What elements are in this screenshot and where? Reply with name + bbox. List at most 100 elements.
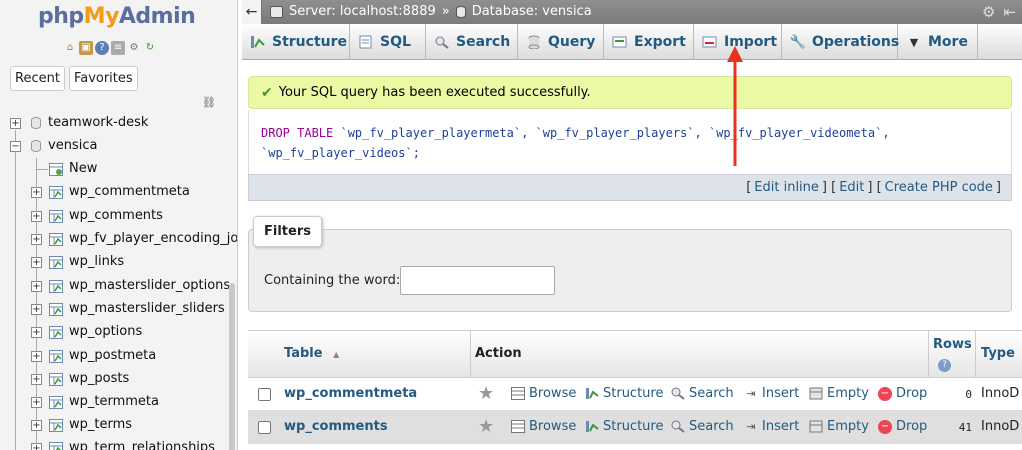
tree-item-table[interactable]: + wp_links (0, 251, 230, 274)
breadcrumb-server[interactable]: Server: localhost:8889 (289, 4, 436, 19)
tree-item-teamwork-desk[interactable]: + teamwork-desk (0, 112, 230, 135)
breadcrumb-bar: ← Server: localhost:8889 » Database: ven… (242, 0, 1022, 24)
header-rows[interactable]: Rows (933, 337, 972, 352)
row-count: 41 (958, 421, 972, 434)
empty-icon (809, 420, 823, 434)
tab-structure[interactable]: Structure (242, 24, 350, 60)
tree-item-table[interactable]: + wp_termmeta (0, 391, 230, 414)
tree-item-table[interactable]: + wp_fv_player_encoding_jo (0, 228, 237, 251)
row-checkbox[interactable] (258, 421, 271, 434)
reload-icon[interactable]: ↻ (143, 41, 157, 55)
table-icon (49, 396, 63, 409)
tab-more[interactable]: ▼ More (898, 24, 978, 60)
create-php-code-link[interactable]: Create PHP code (885, 180, 993, 195)
table-name-link[interactable]: wp_commentmeta (284, 386, 417, 401)
docs-icon[interactable]: ≡ (111, 41, 125, 55)
tab-export[interactable]: Export (604, 24, 694, 60)
drop-action[interactable]: − Drop (878, 386, 927, 401)
browse-action[interactable]: Browse (511, 386, 576, 401)
expand-icon[interactable]: + (31, 443, 42, 450)
table-row: wp_comments ★ Browse Structure Search ⇥ I… (248, 411, 1022, 444)
empty-action[interactable]: Empty (809, 419, 869, 434)
check-icon: ✔ (261, 84, 273, 101)
collapse-nav-button[interactable]: ← (242, 0, 262, 24)
expand-icon[interactable]: + (31, 304, 42, 315)
search-action[interactable]: Search (671, 419, 734, 434)
structure-action[interactable]: Structure (585, 419, 663, 434)
sql-links: [ Edit inline ] [ Edit ] [ Create PHP co… (248, 174, 1012, 201)
database-icon (31, 117, 41, 129)
collapse-icon[interactable]: ⇤ (1003, 3, 1016, 21)
home-icon[interactable]: ⌂ (63, 41, 77, 55)
structure-icon (250, 34, 266, 50)
tree-item-table[interactable]: + wp_commentmeta (0, 181, 230, 204)
structure-action[interactable]: Structure (585, 386, 663, 401)
empty-action[interactable]: Empty (809, 386, 869, 401)
expand-icon[interactable]: + (31, 187, 42, 198)
gear-icon[interactable]: ⚙ (982, 3, 995, 21)
favorites-button[interactable]: Favorites (68, 66, 138, 91)
topbar-controls: ⚙ ⇤ (982, 3, 1016, 21)
help-icon[interactable]: ? (938, 359, 951, 372)
expand-icon[interactable]: + (31, 420, 42, 431)
tab-query[interactable]: Query (518, 24, 604, 60)
header-table[interactable]: Table ▲ (284, 346, 339, 361)
table-icon (49, 303, 63, 316)
table-name-link[interactable]: wp_comments (284, 419, 388, 434)
nav-quick-icons: ⌂ ▣ ? ≡ ⚙ ↻ (63, 41, 157, 55)
expand-icon[interactable]: + (31, 234, 42, 245)
nav-scrollbar[interactable] (229, 283, 235, 450)
phpmyadmin-logo[interactable]: phpMyAdmin (38, 4, 196, 29)
breadcrumb-database[interactable]: Database: vensica (472, 4, 592, 19)
success-text: Your SQL query has been executed success… (278, 85, 591, 100)
expand-icon[interactable]: + (31, 327, 42, 338)
tab-sql[interactable]: SQL (350, 24, 426, 60)
help-icon[interactable]: ? (95, 41, 109, 55)
browse-action[interactable]: Browse (511, 419, 576, 434)
settings-icon[interactable]: ⚙ (127, 41, 141, 55)
engine-value: InnoD (981, 386, 1020, 401)
browse-icon (511, 420, 525, 434)
tree-item-table[interactable]: + wp_comments (0, 205, 230, 228)
tree-item-table[interactable]: + wp_posts (0, 368, 230, 391)
collapse-icon[interactable]: − (10, 141, 21, 152)
star-icon[interactable]: ★ (478, 383, 494, 404)
edit-link[interactable]: Edit (839, 180, 864, 195)
drop-action[interactable]: − Drop (878, 419, 927, 434)
expand-icon[interactable]: + (31, 281, 42, 292)
drop-icon: − (878, 419, 892, 434)
drop-icon: − (878, 386, 892, 401)
recent-button[interactable]: Recent (10, 66, 65, 91)
success-message: ✔ Your SQL query has been executed succe… (248, 76, 1012, 109)
insert-action[interactable]: ⇥ Insert (744, 419, 799, 434)
link-chain-icon[interactable]: ⛓ (202, 96, 216, 109)
table-icon (49, 210, 63, 223)
expand-icon[interactable]: + (31, 257, 42, 268)
expand-icon[interactable]: + (31, 397, 42, 408)
tree-item-vensica[interactable]: − vensica (0, 135, 230, 158)
edit-inline-link[interactable]: Edit inline (754, 180, 819, 195)
breadcrumb: Server: localhost:8889 » Database: vensi… (270, 4, 592, 19)
structure-icon (585, 420, 599, 434)
tree-item-table[interactable]: + wp_masterslider_sliders (0, 298, 230, 321)
tree-item-new[interactable]: New (0, 158, 230, 181)
header-type[interactable]: Type (981, 346, 1015, 361)
tree-item-table[interactable]: + wp_options (0, 321, 230, 344)
row-checkbox[interactable] (258, 388, 271, 401)
star-icon[interactable]: ★ (478, 416, 494, 437)
tab-operations[interactable]: 🔧 Operations (782, 24, 899, 60)
exit-icon[interactable]: ▣ (79, 41, 93, 55)
filter-input[interactable] (400, 266, 555, 295)
sql-query-box: DROP TABLE `wp_fv_player_playermeta`, `w… (248, 110, 1012, 174)
tree-item-table[interactable]: + wp_masterslider_options (0, 275, 230, 298)
tree-item-table[interactable]: + wp_postmeta (0, 345, 230, 368)
tree-item-table[interactable]: + wp_term_relationships (0, 437, 230, 450)
tree-item-table[interactable]: + wp_terms (0, 414, 230, 437)
expand-icon[interactable]: + (31, 211, 42, 222)
expand-icon[interactable]: + (31, 351, 42, 362)
expand-icon[interactable]: + (31, 374, 42, 385)
tab-search[interactable]: Search (426, 24, 518, 60)
search-action[interactable]: Search (671, 386, 734, 401)
insert-action[interactable]: ⇥ Insert (744, 386, 799, 401)
expand-icon[interactable]: + (10, 118, 21, 129)
